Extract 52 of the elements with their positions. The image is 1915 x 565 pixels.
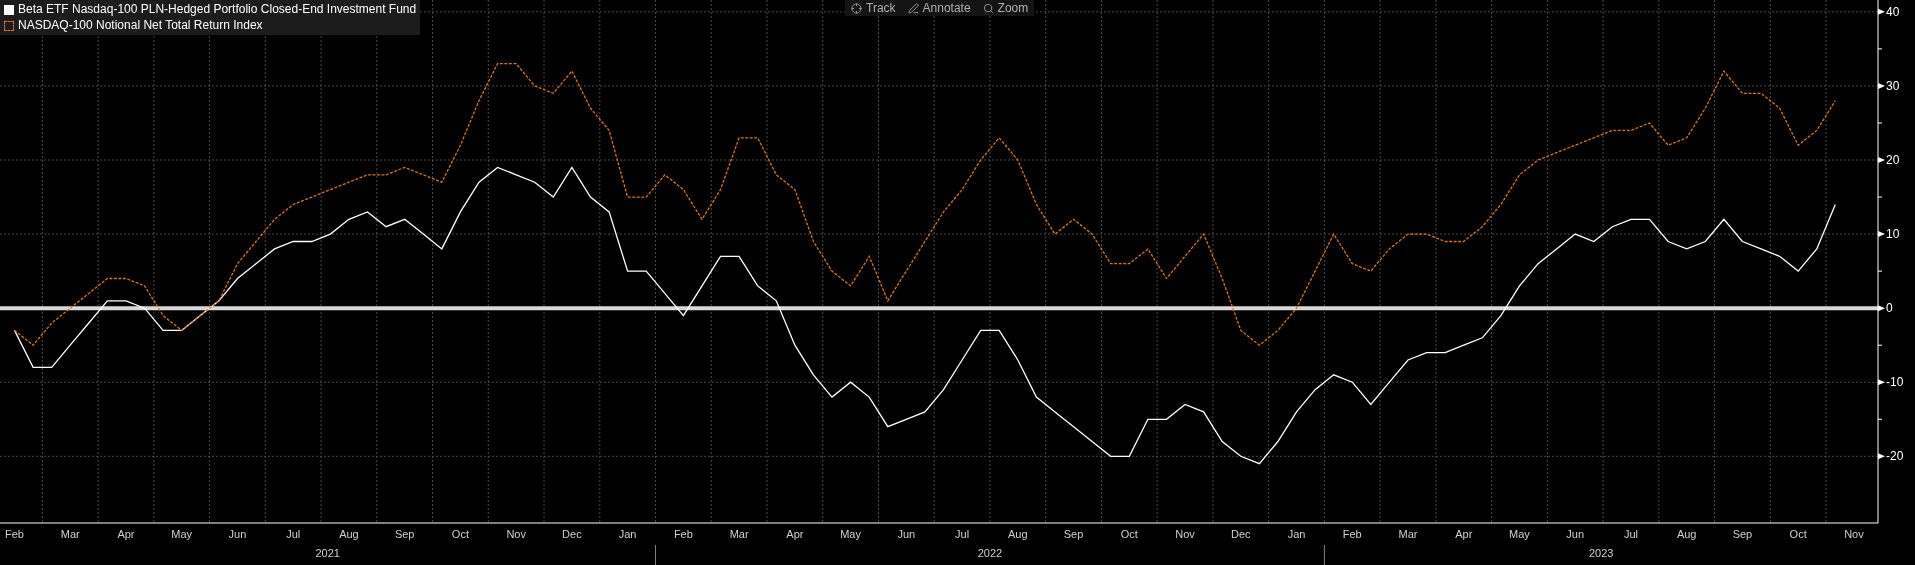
x-tick-label: Jun	[1566, 528, 1585, 540]
x-tick-label: May	[171, 528, 193, 540]
x-tick-label: Oct	[1120, 528, 1138, 540]
x-tick-label: Jun	[228, 528, 247, 540]
toolbar-button[interactable]: Track	[845, 0, 902, 16]
x-tick-label: Oct	[451, 528, 469, 540]
x-tick-label: Aug	[339, 528, 359, 540]
x-tick-label: Oct	[1789, 528, 1807, 540]
toolbar-button[interactable]: Annotate	[901, 0, 977, 16]
crosshair-icon	[851, 2, 862, 14]
pen-icon	[907, 2, 919, 14]
x-tick-label: Dec	[562, 528, 582, 540]
x-tick-label: Nov	[506, 528, 526, 540]
x-tick-label: Aug	[1676, 528, 1697, 540]
x-tick-label: Aug	[1008, 528, 1028, 540]
x-tick-label: Mar	[60, 528, 80, 540]
x-tick-label: Mar	[729, 528, 749, 540]
y-tick-label: 10	[1886, 227, 1900, 242]
x-tick-label: Sep	[1732, 528, 1753, 540]
y-tick-label: -20	[1886, 449, 1904, 464]
x-tick-label: Jul	[1623, 528, 1638, 540]
x-tick-label: Sep	[394, 528, 415, 540]
y-tick-label: -10	[1886, 375, 1904, 390]
x-tick-label: Dec	[1231, 528, 1251, 540]
x-tick-label: Jul	[955, 528, 970, 540]
x-tick-label: Feb	[673, 528, 693, 540]
search-icon	[982, 2, 994, 14]
y-tick-label: 0	[1886, 301, 1893, 316]
year-label: 2023	[1588, 547, 1614, 559]
y-tick-label: 40	[1886, 4, 1900, 19]
x-tick-label: Apr	[117, 528, 135, 540]
x-tick-label: Sep	[1063, 528, 1084, 540]
x-tick-label: Feb	[5, 528, 24, 540]
x-tick-label: May	[840, 528, 861, 540]
legend-label: NASDAQ-100 Notional Net Total Return Index	[18, 18, 263, 33]
x-tick-label: Jan	[1287, 528, 1306, 540]
year-label: 2021	[315, 547, 340, 559]
legend-label: Beta ETF Nasdaq-100 PLN-Hedged Portfolio Closed-End Investment Fund	[18, 2, 417, 17]
x-tick-label: Mar	[1398, 528, 1418, 540]
x-tick-label: Jan	[618, 528, 637, 540]
x-tick-label: May	[1509, 528, 1530, 540]
x-tick-label: Apr	[1455, 528, 1473, 540]
x-tick-label: Nov	[1175, 528, 1195, 540]
x-tick-label: Jun	[897, 528, 916, 540]
x-tick-label: Jul	[286, 528, 301, 540]
y-tick-label: 20	[1886, 153, 1900, 167]
toolbar-button[interactable]: Zoom	[976, 0, 1035, 16]
x-tick-label: Apr	[786, 528, 804, 540]
x-tick-label: Feb	[1342, 528, 1362, 540]
y-tick-label: 30	[1886, 78, 1900, 93]
year-label: 2022	[977, 547, 1003, 559]
x-tick-label: Nov	[1844, 528, 1864, 540]
